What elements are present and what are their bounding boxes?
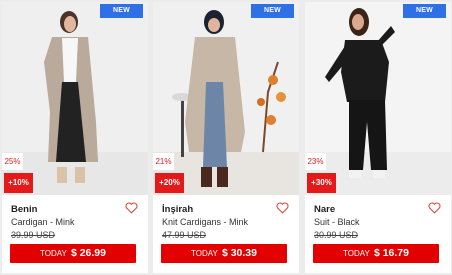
heart-icon[interactable]: [428, 202, 441, 214]
today-label: TODAY: [191, 249, 218, 258]
heart-icon[interactable]: [276, 202, 289, 214]
price: $ 26.99: [70, 247, 106, 259]
old-price: 39.99 USD: [11, 230, 56, 240]
product-name[interactable]: Nare: [314, 204, 335, 215]
new-badge: NEW: [403, 4, 446, 18]
product-name[interactable]: Benin: [11, 204, 37, 215]
new-badge: NEW: [251, 4, 294, 18]
discount-badge: 23%: [305, 153, 326, 170]
product-card[interactable]: NEW 21% +20% İnşirah Knit Cardigans - Mi…: [153, 2, 299, 273]
product-image[interactable]: NEW 25% +10%: [2, 2, 148, 195]
product-card[interactable]: NEW 23% +30% Nare Suit - Black 30.99 USD…: [305, 2, 451, 273]
product-subtitle: Suit - Black: [314, 217, 360, 227]
today-label: TODAY: [343, 249, 370, 258]
add-to-cart-button[interactable]: TODAY $ 26.99: [10, 244, 136, 263]
product-card[interactable]: NEW 25% +10% Benin Cardigan - Mink 39.99…: [2, 2, 148, 273]
add-to-cart-button[interactable]: TODAY $ 30.39: [161, 244, 287, 263]
heart-icon[interactable]: [125, 202, 138, 214]
extra-discount-badge: +10%: [4, 173, 33, 193]
product-image[interactable]: NEW 23% +30%: [305, 2, 451, 195]
old-price: 47.99 USD: [162, 230, 207, 240]
new-badge: NEW: [100, 4, 143, 18]
extra-discount-badge: +30%: [307, 173, 336, 193]
today-label: TODAY: [40, 249, 67, 258]
product-name[interactable]: İnşirah: [162, 204, 193, 215]
extra-discount-badge: +20%: [155, 173, 184, 193]
old-price: 30.99 USD: [314, 230, 359, 240]
price: $ 16.79: [373, 247, 409, 259]
price: $ 30.39: [221, 247, 257, 259]
product-subtitle: Cardigan - Mink: [11, 217, 75, 227]
discount-badge: 21%: [153, 153, 174, 170]
product-subtitle: Knit Cardigans - Mink: [162, 217, 249, 227]
add-to-cart-button[interactable]: TODAY $ 16.79: [313, 244, 439, 263]
product-image[interactable]: NEW 21% +20%: [153, 2, 299, 195]
discount-badge: 25%: [2, 153, 23, 170]
